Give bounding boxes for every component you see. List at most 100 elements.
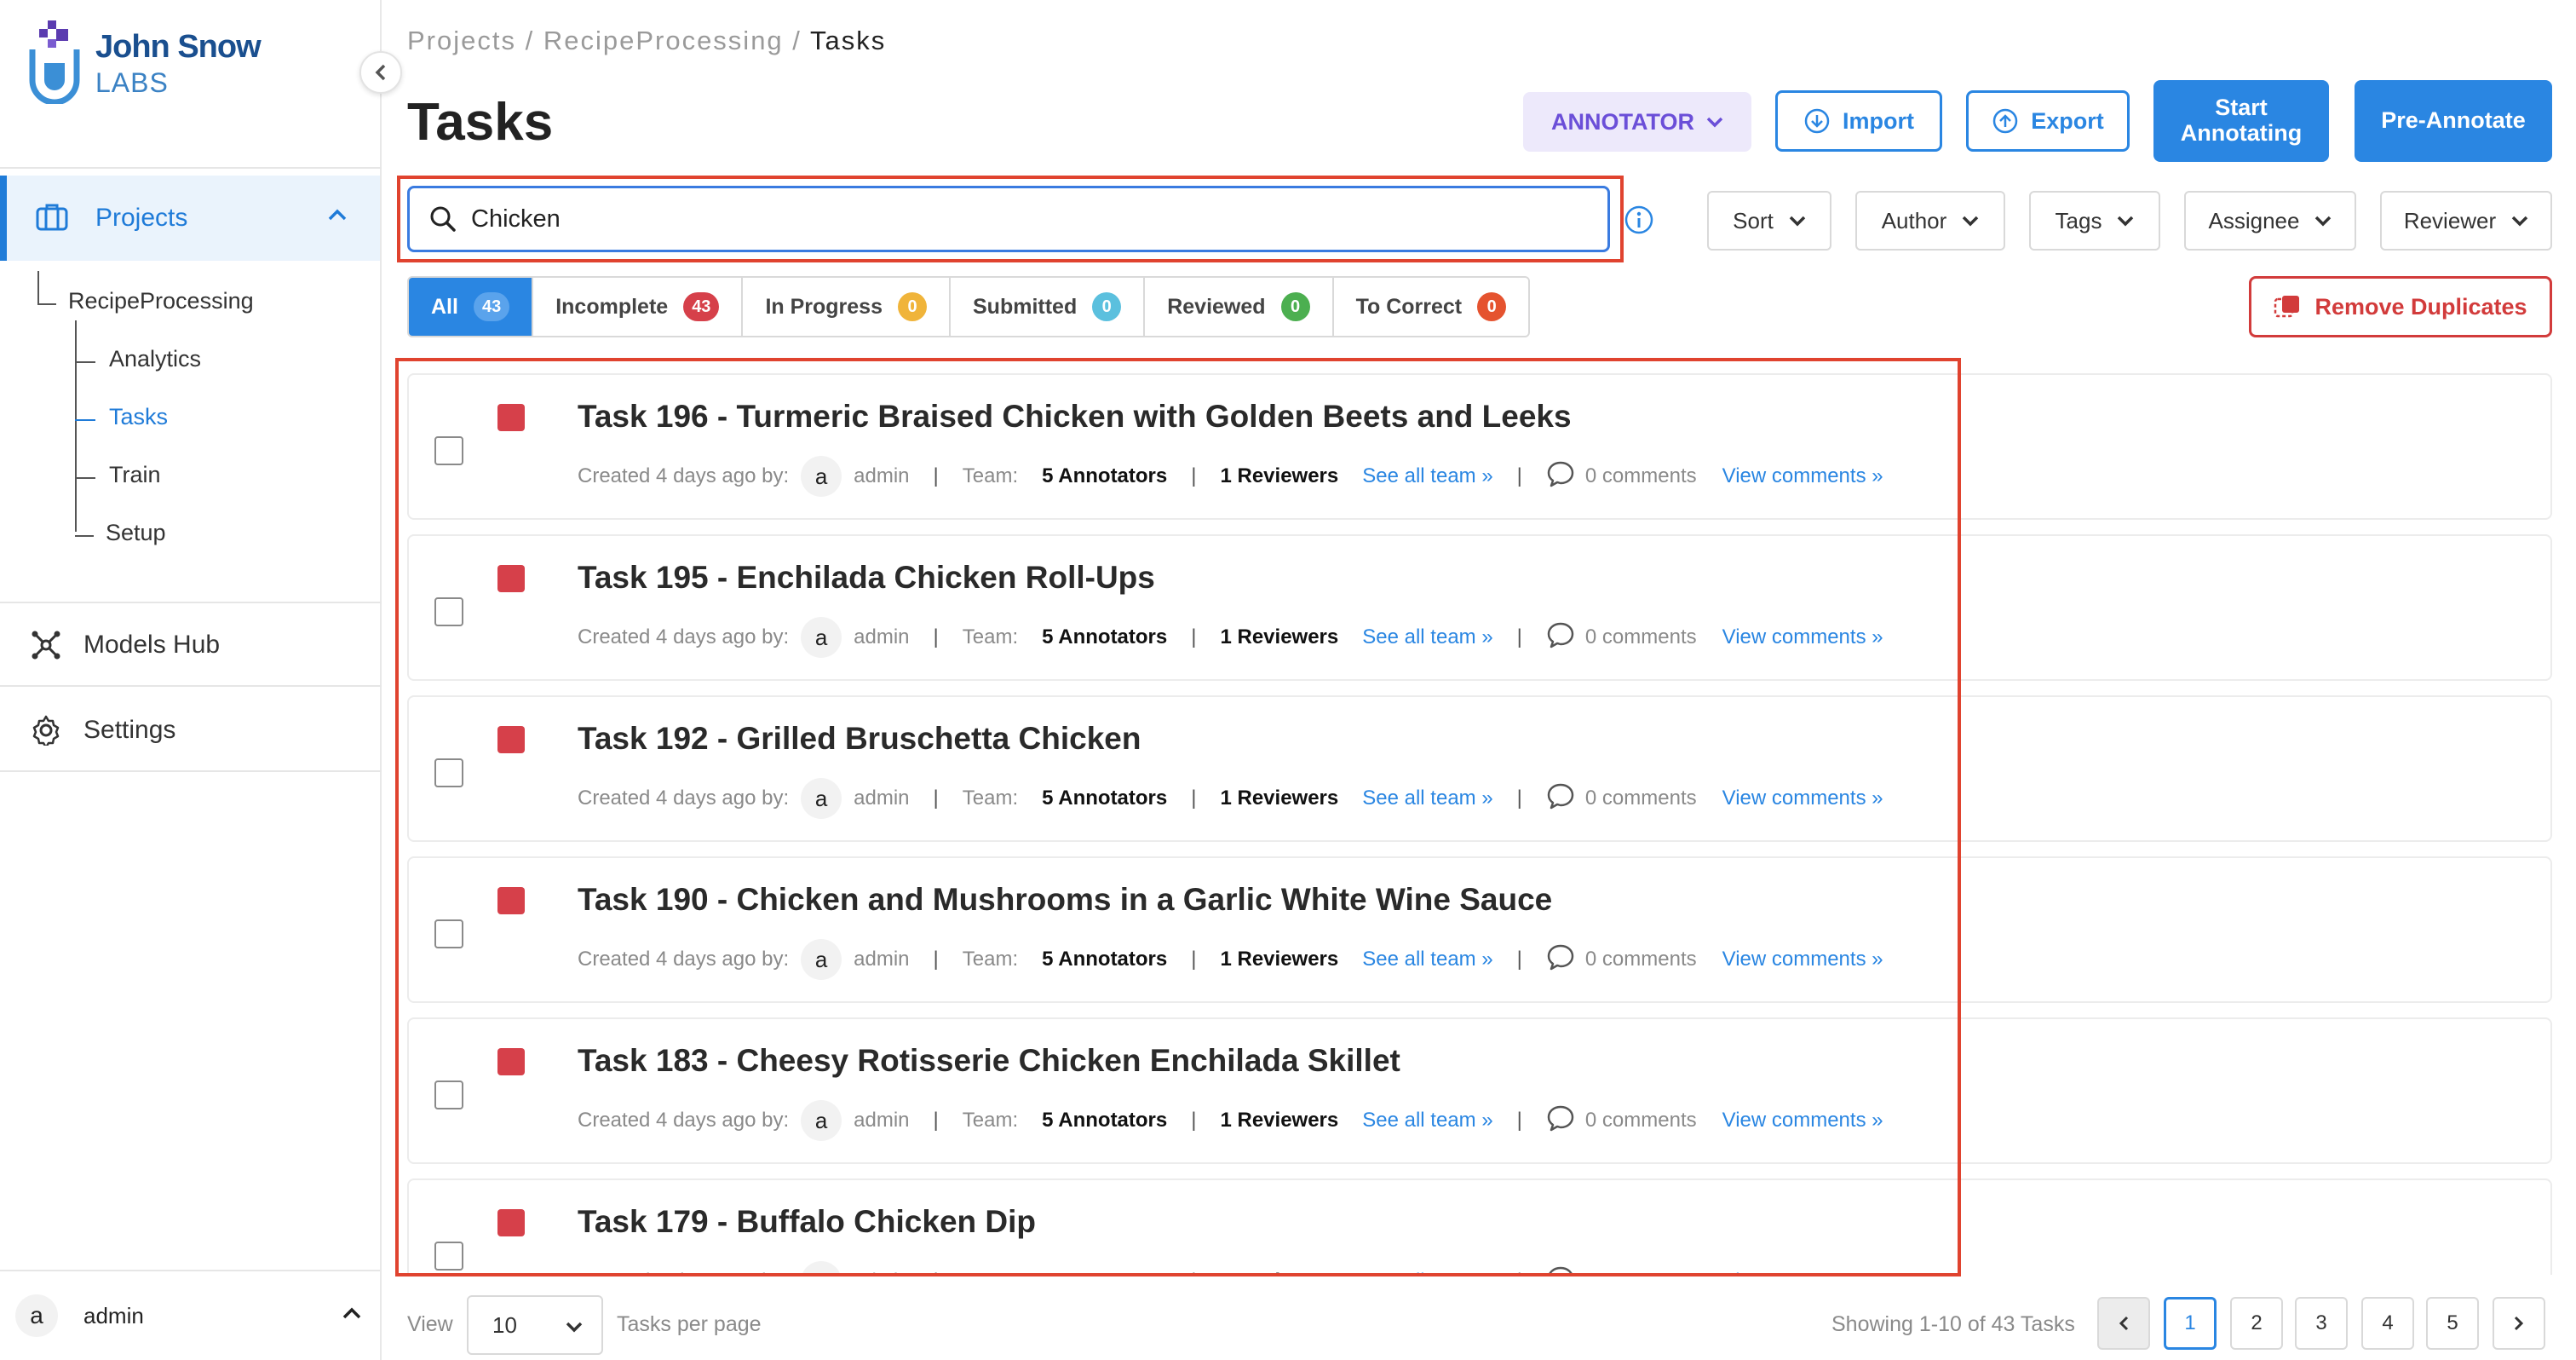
task-card[interactable]: Task 183 - Cheesy Rotisserie Chicken Enc…	[407, 1017, 2552, 1164]
separator: |	[1191, 464, 1197, 487]
sidebar-item-projects[interactable]: Projects	[0, 176, 380, 261]
avatar: a	[801, 778, 842, 819]
see-all-team-link[interactable]: See all team »	[1362, 948, 1492, 971]
chevron-up-icon[interactable]	[342, 1307, 361, 1323]
see-all-team-link[interactable]: See all team »	[1362, 625, 1492, 649]
role-dropdown[interactable]: ANNOTATOR	[1523, 92, 1751, 152]
sidebar-item-tasks[interactable]: Tasks	[109, 404, 168, 430]
user-menu[interactable]: a admin	[0, 1270, 380, 1360]
per-page-label: Tasks per page	[617, 1312, 762, 1336]
chevron-up-icon[interactable]	[327, 208, 348, 226]
page-button-2[interactable]: 2	[2230, 1297, 2283, 1350]
export-button[interactable]: Export	[1966, 90, 2130, 152]
sidebar-item-analytics[interactable]: Analytics	[109, 346, 201, 372]
task-created: Created 4 days ago by:	[578, 948, 790, 971]
task-card[interactable]: Task 195 - Enchilada Chicken Roll-Ups Cre…	[407, 534, 2552, 681]
status-badge: 43	[683, 292, 720, 321]
view-comments-link[interactable]: View comments »	[1722, 464, 1883, 488]
tab-reviewed[interactable]: Reviewed 0	[1145, 278, 1334, 336]
tags-dropdown[interactable]: Tags	[2029, 191, 2160, 251]
tab-to-correct-label: To Correct	[1355, 294, 1463, 319]
task-title[interactable]: Task 190 - Chicken and Mushrooms in a Ga…	[578, 882, 1552, 918]
assignee-dropdown[interactable]: Assignee	[2184, 191, 2356, 251]
tab-to-correct[interactable]: To Correct 0	[1333, 278, 1529, 336]
sidebar-item-setup[interactable]: Setup	[106, 520, 166, 546]
task-checkbox[interactable]	[434, 597, 463, 626]
team-label: Team:	[962, 787, 1019, 810]
page-button-3[interactable]: 3	[2295, 1297, 2348, 1350]
tab-all[interactable]: All 43	[409, 278, 534, 336]
separator: |	[934, 1270, 939, 1275]
page-button-4[interactable]: 4	[2361, 1297, 2414, 1350]
comment-icon	[1546, 1104, 1575, 1138]
search-input-value: Chicken	[471, 205, 561, 233]
task-checkbox[interactable]	[434, 758, 463, 787]
remove-duplicates-button[interactable]: Remove Duplicates	[2249, 276, 2552, 337]
task-card[interactable]: Task 192 - Grilled Bruschetta Chicken Cre…	[407, 695, 2552, 842]
priority-flag	[497, 1209, 525, 1236]
see-all-team-link[interactable]: See all team »	[1362, 787, 1492, 810]
per-page-select[interactable]: 10	[467, 1295, 603, 1355]
chevron-down-icon	[2118, 216, 2134, 227]
next-page-button[interactable]	[2493, 1297, 2545, 1350]
tab-submitted-label: Submitted	[973, 294, 1078, 319]
task-card[interactable]: Task 179 - Buffalo Chicken Dip Created 4 …	[407, 1178, 2552, 1275]
task-checkbox[interactable]	[434, 436, 463, 465]
task-title[interactable]: Task 196 - Turmeric Braised Chicken with…	[578, 399, 1572, 435]
sidebar-project-recipeprocessing[interactable]: RecipeProcessing	[68, 288, 254, 314]
view-comments-link[interactable]: View comments »	[1722, 625, 1883, 649]
export-label: Export	[2031, 107, 2104, 134]
prev-page-button[interactable]	[2097, 1297, 2150, 1350]
sidebar-item-models-hub[interactable]: Models Hub	[0, 603, 380, 687]
reviewer-dropdown[interactable]: Reviewer	[2380, 191, 2552, 251]
breadcrumb-project[interactable]: RecipeProcessing	[543, 26, 784, 55]
separator: |	[1516, 625, 1522, 648]
task-card[interactable]: Task 190 - Chicken and Mushrooms in a Ga…	[407, 856, 2552, 1003]
sort-dropdown[interactable]: Sort	[1707, 191, 1831, 251]
task-title[interactable]: Task 192 - Grilled Bruschetta Chicken	[578, 721, 1141, 757]
task-author: admin	[854, 625, 910, 648]
sidebar-item-train[interactable]: Train	[109, 462, 161, 488]
search-input[interactable]: Chicken	[407, 186, 1610, 252]
avatar: a	[15, 1294, 58, 1337]
task-checkbox[interactable]	[434, 919, 463, 948]
annotator-count: 5 Annotators	[1042, 787, 1168, 810]
task-meta: Created 4 days ago by: aadmin | Team: 5 Anno…	[578, 778, 1883, 819]
view-comments-link[interactable]: View comments »	[1722, 948, 1883, 971]
task-checkbox[interactable]	[434, 1242, 463, 1271]
sidebar-collapse-button[interactable]	[359, 51, 402, 94]
view-comments-link[interactable]: View comments »	[1722, 1109, 1883, 1132]
breadcrumb-projects[interactable]: Projects	[407, 26, 516, 55]
see-all-team-link[interactable]: See all team »	[1362, 1109, 1492, 1132]
view-comments-link[interactable]: View comments »	[1722, 787, 1883, 810]
tab-in-progress[interactable]: In Progress 0	[743, 278, 951, 336]
page-button-5[interactable]: 5	[2426, 1297, 2479, 1350]
see-all-team-link[interactable]: See all team »	[1362, 1270, 1492, 1275]
view-comments-link[interactable]: View comments »	[1722, 1270, 1883, 1275]
per-page-value: 10	[492, 1311, 517, 1338]
task-checkbox[interactable]	[434, 1081, 463, 1109]
see-all-team-link[interactable]: See all team »	[1362, 464, 1492, 488]
task-title[interactable]: Task 195 - Enchilada Chicken Roll-Ups	[578, 560, 1155, 596]
info-icon[interactable]	[1624, 205, 1654, 239]
tab-submitted[interactable]: Submitted 0	[951, 278, 1146, 336]
pre-annotate-button[interactable]: Pre-Annotate	[2355, 80, 2552, 162]
page-button-1[interactable]: 1	[2164, 1297, 2217, 1350]
status-badge: 0	[1280, 292, 1310, 321]
task-title[interactable]: Task 183 - Cheesy Rotisserie Chicken Enc…	[578, 1043, 1400, 1079]
task-created: Created 4 days ago by:	[578, 464, 790, 487]
team-label: Team:	[963, 1270, 1018, 1275]
separator: |	[1516, 948, 1522, 971]
task-card[interactable]: Task 196 - Turmeric Braised Chicken with…	[407, 373, 2552, 520]
start-annotating-button[interactable]: Start Annotating	[2153, 80, 2329, 162]
import-button[interactable]: Import	[1775, 90, 1942, 152]
logo-icon	[29, 20, 80, 106]
team-label: Team:	[962, 464, 1019, 487]
brand-logo[interactable]: John Snow LABS	[29, 20, 262, 106]
breadcrumb: Projects / RecipeProcessing / Tasks	[407, 26, 886, 56]
tab-incomplete[interactable]: Incomplete 43	[533, 278, 744, 336]
annotator-count: 5 Annotators	[1042, 1109, 1168, 1132]
author-dropdown[interactable]: Author	[1855, 191, 2005, 251]
sidebar-item-settings[interactable]: Settings	[0, 689, 380, 772]
task-title[interactable]: Task 179 - Buffalo Chicken Dip	[578, 1204, 1036, 1240]
